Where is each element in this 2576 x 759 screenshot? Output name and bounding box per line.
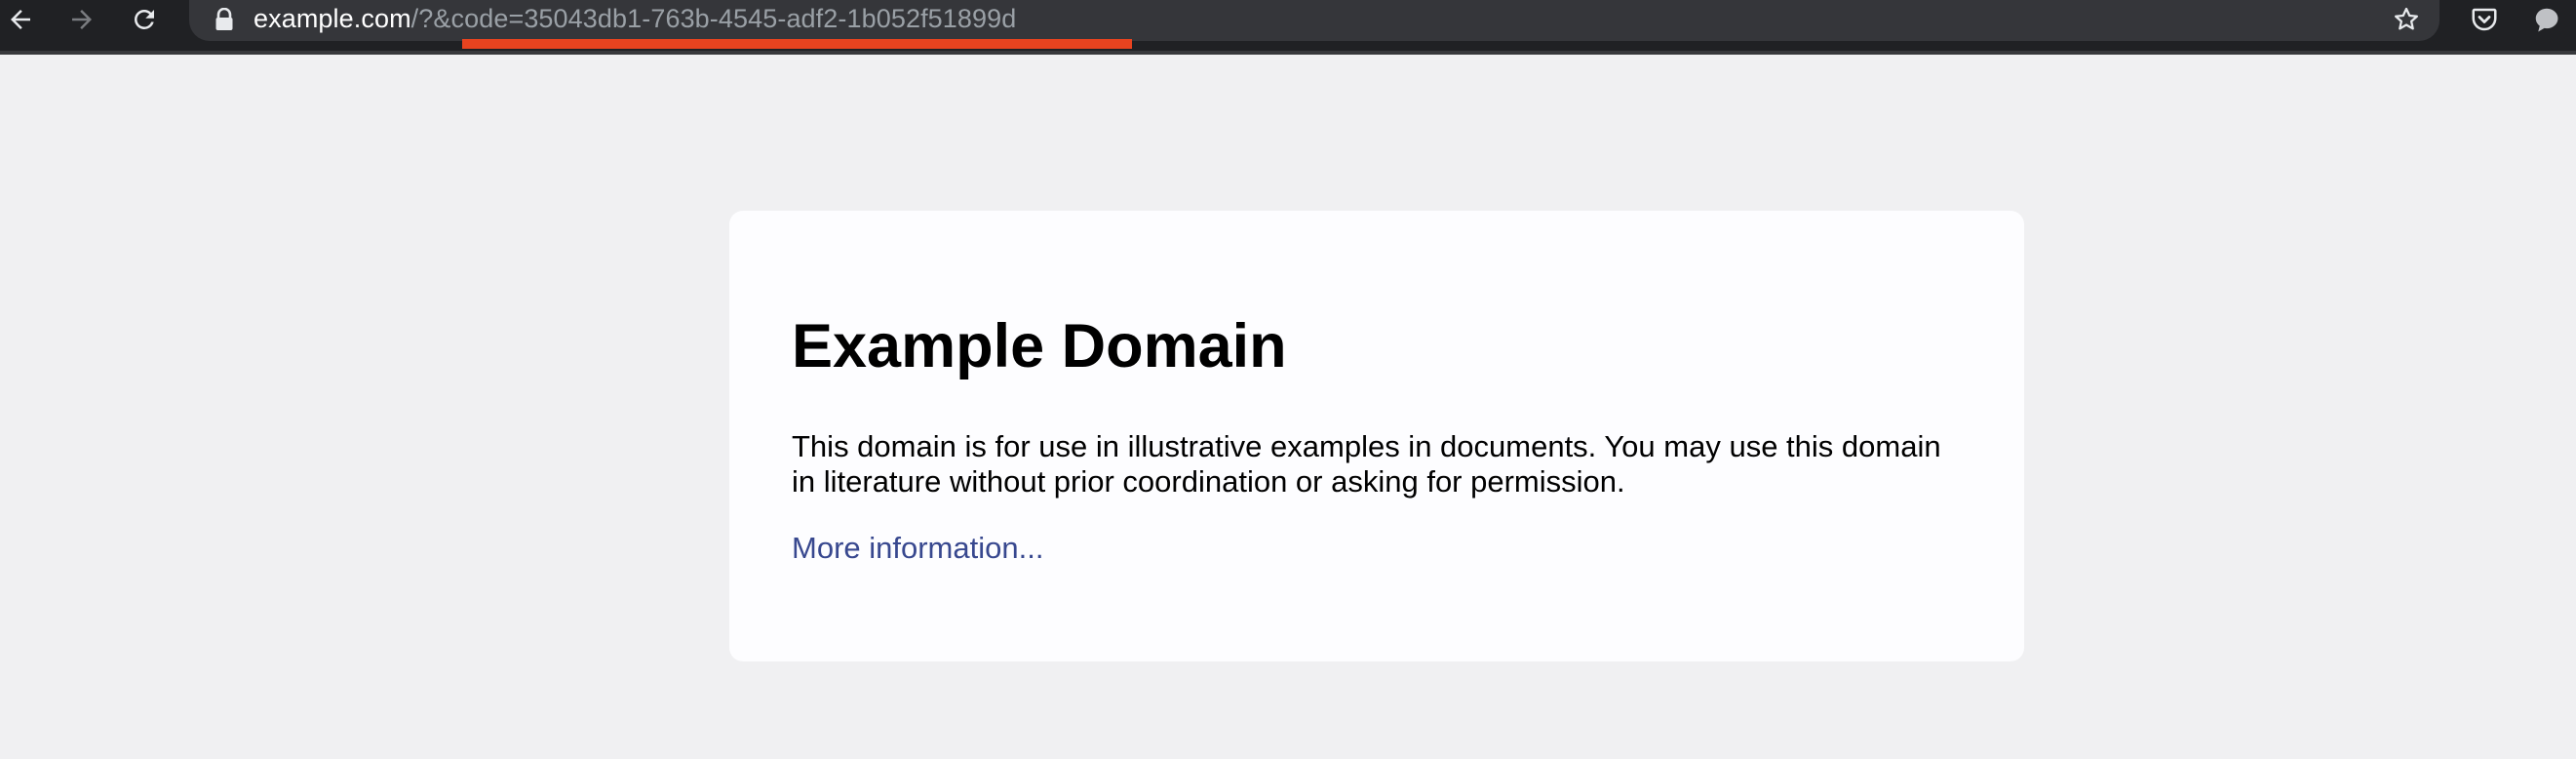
arrow-left-icon — [11, 10, 30, 29]
chat-button[interactable] — [2529, 2, 2564, 37]
content-card: Example Domain This domain is for use in… — [729, 211, 2024, 661]
page-description: This domain is for use in illustrative e… — [792, 429, 1941, 499]
pocket-button[interactable] — [2467, 2, 2502, 37]
browser-toolbar: example.com/?&code=35043db1-763b-4545-ad… — [0, 0, 2576, 55]
address-bar[interactable]: example.com/?&code=35043db1-763b-4545-ad… — [189, 0, 2439, 41]
star-icon — [2395, 7, 2418, 30]
more-information-link[interactable]: More information... — [792, 531, 1043, 566]
page-title: Example Domain — [792, 312, 1287, 380]
chat-bubble-icon — [2535, 8, 2558, 32]
forward-button[interactable] — [62, 2, 101, 37]
reload-icon — [135, 10, 154, 29]
back-button[interactable] — [1, 2, 40, 37]
lock-icon — [215, 8, 233, 30]
bookmark-button[interactable] — [2389, 2, 2424, 37]
url-highlight-underline — [462, 39, 1132, 49]
arrow-right-icon — [72, 10, 92, 29]
toolbar-divider — [0, 51, 2576, 55]
url-text[interactable]: example.com/?&code=35043db1-763b-4545-ad… — [254, 0, 1016, 37]
url-query: /?&code=35043db1-763b-4545-adf2-1b052f51… — [410, 4, 1017, 33]
pocket-icon — [2472, 8, 2497, 31]
url-host: example.com — [254, 4, 411, 33]
reload-button[interactable] — [125, 2, 164, 37]
